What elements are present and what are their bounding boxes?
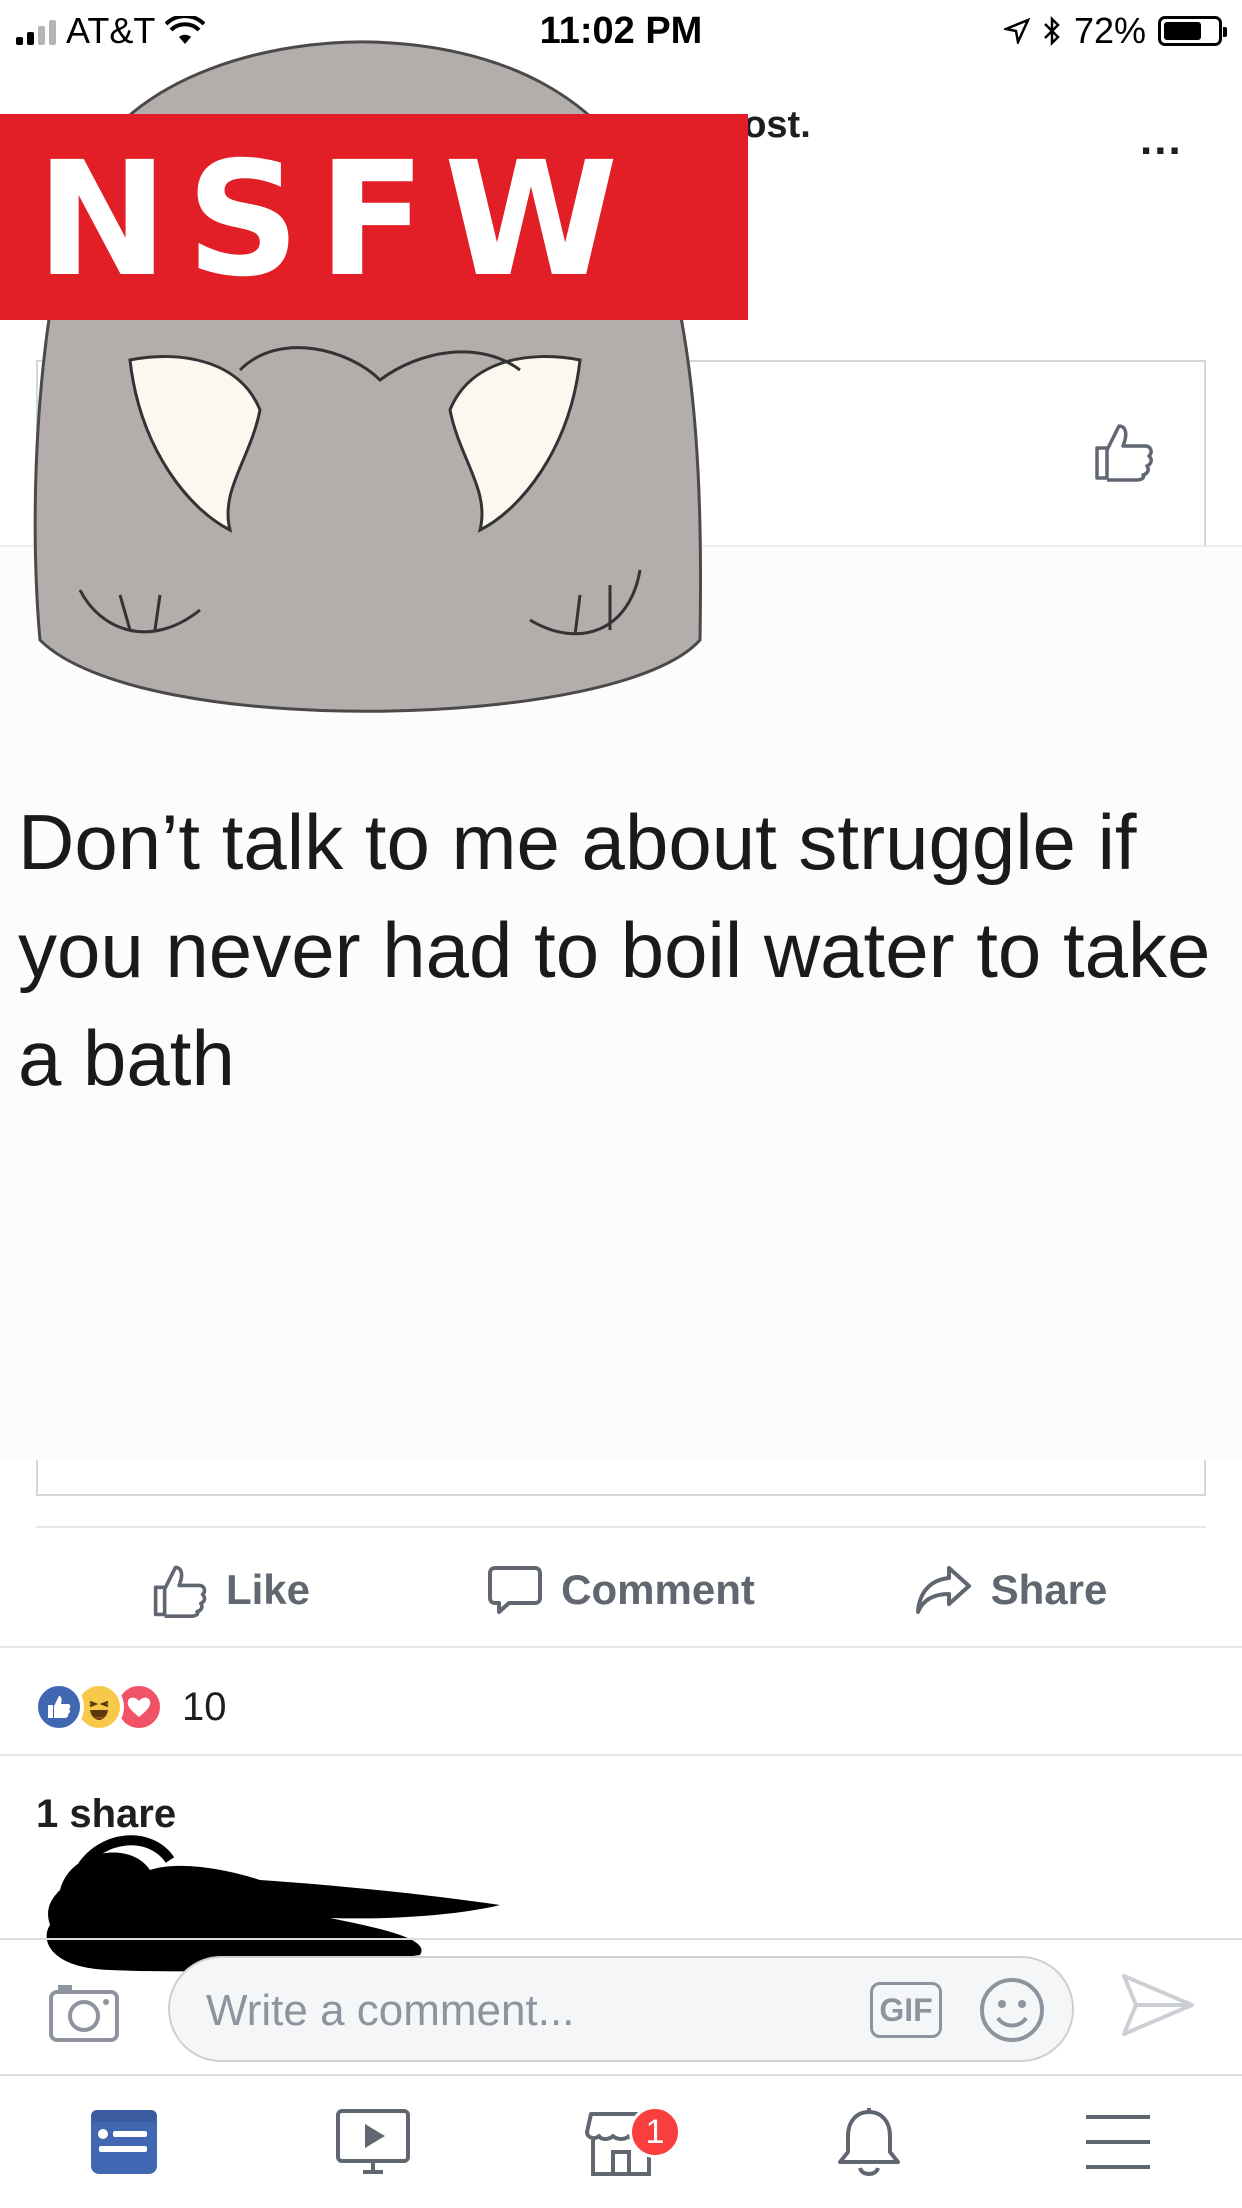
notifications-icon — [838, 2108, 901, 2176]
battery-percent: 72% — [1073, 10, 1146, 51]
reaction-count: 10 — [182, 1684, 227, 1729]
share-arrow-icon — [915, 1566, 971, 1614]
nsfw-label: NSFW — [36, 128, 637, 312]
share-label: Share — [990, 1566, 1108, 1613]
comment-label: Comment — [561, 1566, 755, 1613]
comment-placeholder: Write a comment... — [206, 1986, 575, 2035]
send-icon[interactable] — [1120, 1972, 1196, 2038]
battery-fill — [1164, 22, 1202, 40]
tab-menu[interactable] — [994, 2076, 1242, 2208]
reactions-divider — [0, 1754, 1242, 1756]
location-arrow-icon — [1003, 18, 1030, 44]
tab-notifications[interactable] — [745, 2076, 993, 2208]
news-feed-icon — [91, 2110, 158, 2174]
camera-icon[interactable] — [48, 1982, 120, 2044]
status-right: 72% — [1003, 10, 1227, 52]
tab-marketplace[interactable]: 1 — [497, 2076, 745, 2208]
share-button[interactable]: Share — [816, 1530, 1206, 1650]
gif-button[interactable]: GIF — [870, 1982, 942, 2038]
watch-icon — [335, 2109, 410, 2174]
shared-card-bottom — [36, 1460, 1206, 1496]
thumbs-up-icon — [153, 1565, 207, 1618]
battery-icon — [1158, 16, 1227, 46]
more-options-button[interactable]: ... — [1140, 118, 1183, 162]
bluetooth-icon — [1044, 15, 1060, 47]
marketplace-badge: 1 — [629, 2106, 682, 2158]
action-bar-bottom-divider — [0, 1646, 1242, 1648]
tab-watch[interactable] — [248, 2076, 496, 2208]
composer-divider — [0, 1938, 1242, 1940]
like-label: Like — [225, 1566, 311, 1613]
like-button[interactable]: Like — [36, 1530, 426, 1650]
bottom-tab-bar: 1 — [0, 2076, 1242, 2208]
reactions-summary[interactable]: 10 — [34, 1682, 227, 1732]
menu-icon — [1085, 2115, 1150, 2169]
comment-bubble-icon — [488, 1566, 543, 1614]
meme-text: Don’t talk to me about struggle if you n… — [18, 798, 1211, 1102]
comment-input[interactable]: Write a comment... GIF — [168, 1956, 1074, 2062]
post-action-bar: Like Comment Share — [36, 1530, 1206, 1650]
like-reaction-icon — [34, 1682, 84, 1732]
action-bar-top-divider — [36, 1526, 1206, 1528]
comment-button[interactable]: Comment — [426, 1530, 816, 1650]
tab-news-feed[interactable] — [0, 2076, 248, 2208]
thumbs-up-icon[interactable] — [1093, 420, 1155, 482]
emoji-icon[interactable] — [978, 1976, 1046, 2044]
